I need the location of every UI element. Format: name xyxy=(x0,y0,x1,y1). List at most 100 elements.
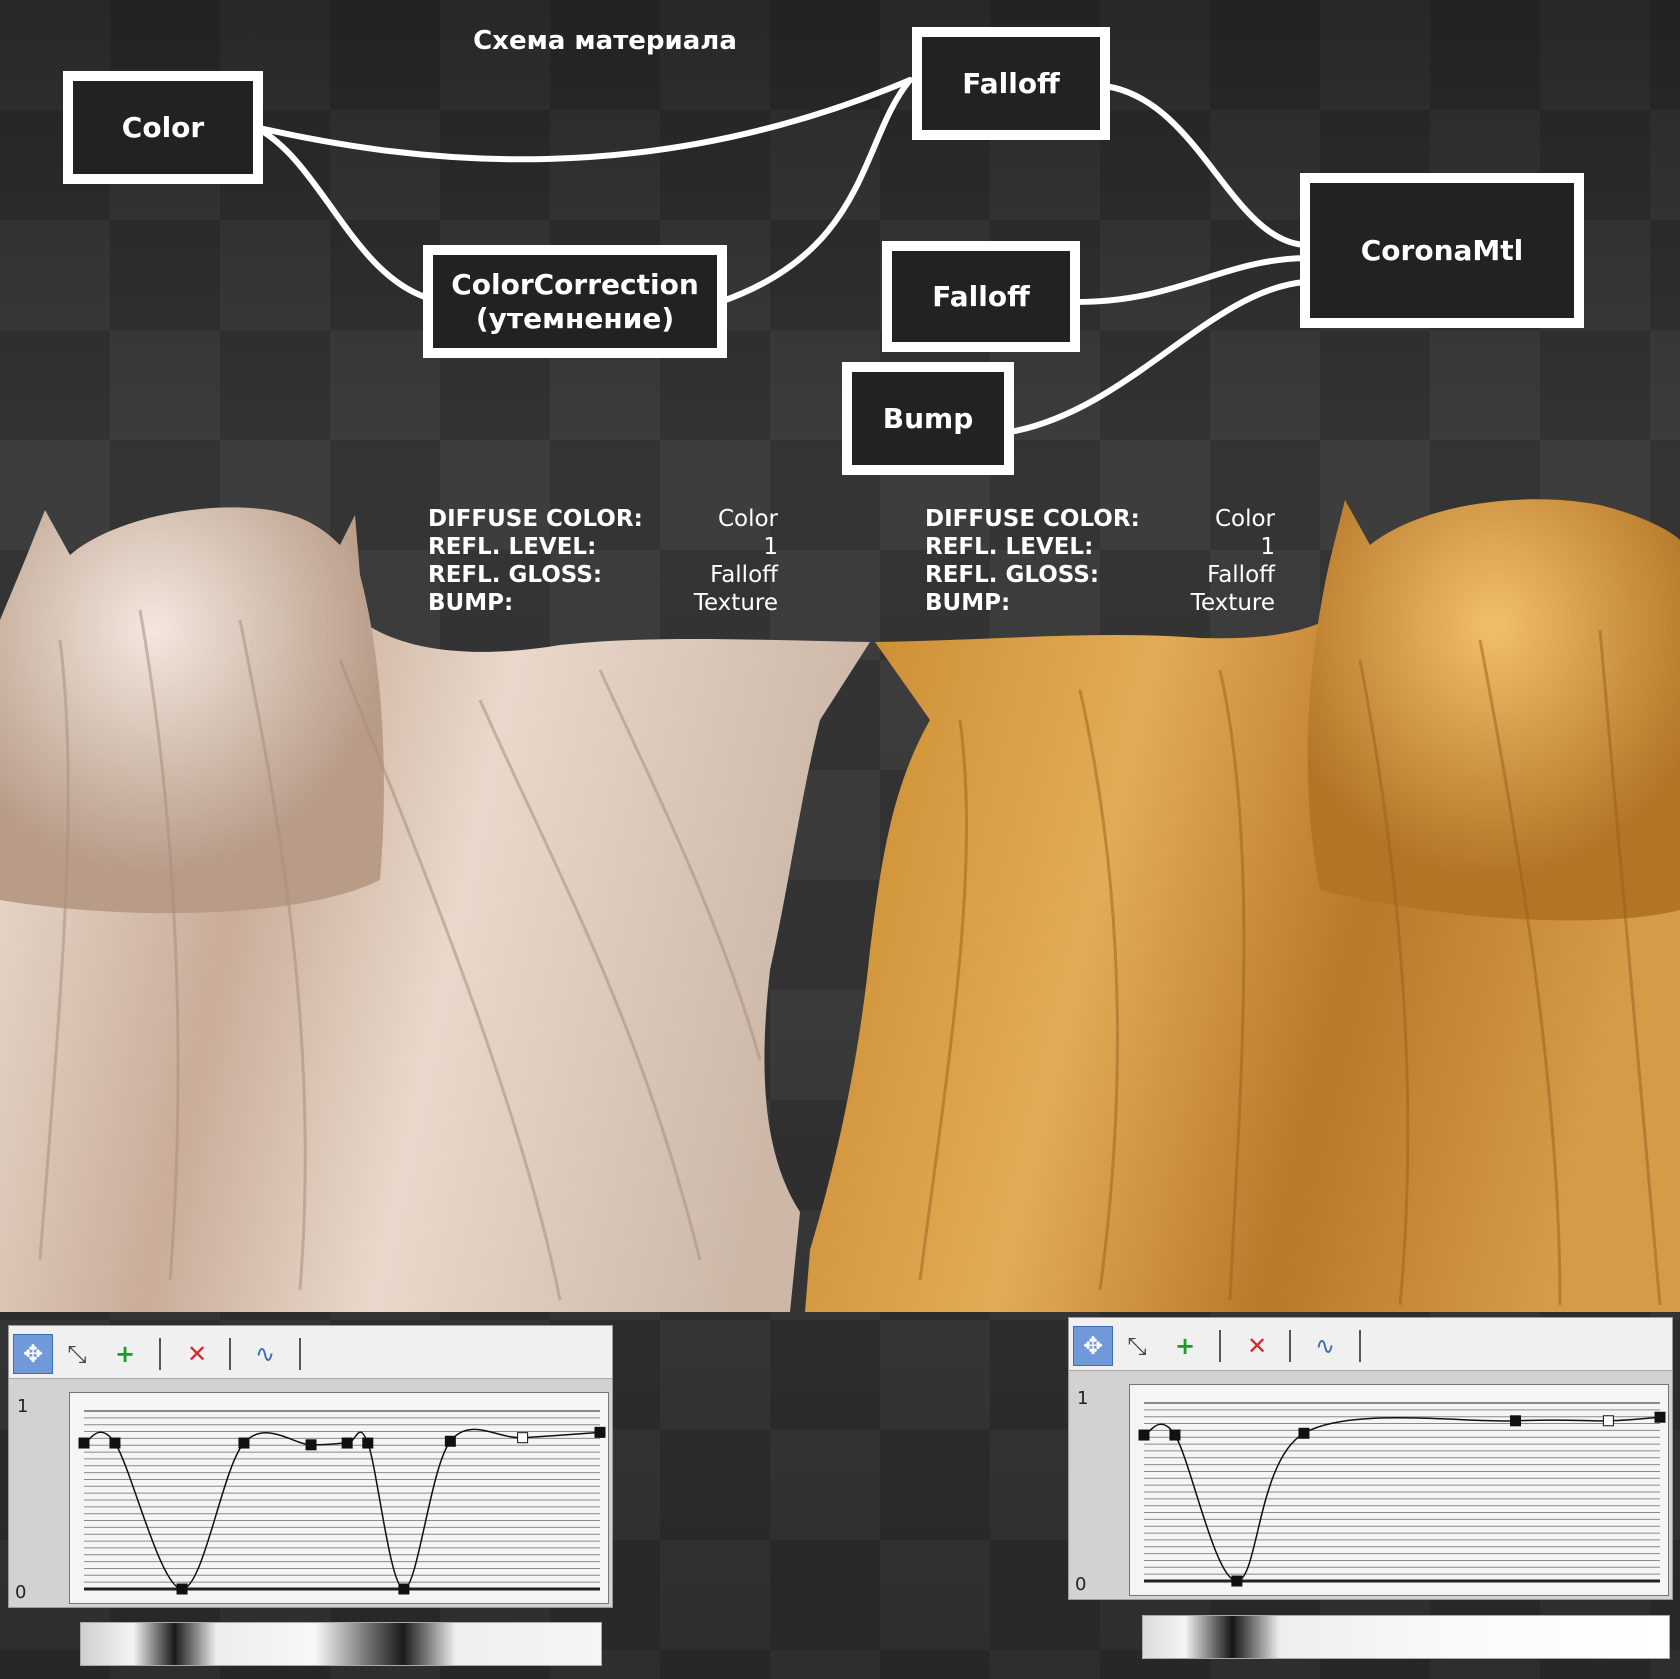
param-row-diffuse: DIFFUSE COLOR: Color xyxy=(925,505,1275,533)
param-label: REFL. LEVEL: xyxy=(428,534,597,560)
node-falloff-top[interactable]: Falloff xyxy=(912,27,1110,140)
node-falloff-top-label: Falloff xyxy=(962,66,1060,100)
param-value: 1 xyxy=(1260,534,1275,560)
y-min-label: 0 xyxy=(1075,1574,1087,1595)
add-point-button[interactable]: + xyxy=(1165,1326,1205,1366)
param-row-refl-gloss: REFL. GLOSS: Falloff xyxy=(428,561,778,589)
curve-line xyxy=(83,1428,601,1590)
reset-curve-icon: ∿ xyxy=(254,1340,276,1368)
scale-point-button[interactable]: ⤡ xyxy=(1117,1326,1157,1366)
delete-point-icon: ✕ xyxy=(186,1340,208,1368)
curve-editor-left: ✥ ⤡ + ✕ ∿ 1 0 xyxy=(8,1325,613,1608)
curve-control-point[interactable] xyxy=(78,1437,90,1449)
node-corona-mtl-label: CoronaMtl xyxy=(1360,233,1524,267)
node-color-label: Color xyxy=(121,110,205,144)
add-point-icon: + xyxy=(1174,1332,1196,1360)
delete-point-button[interactable]: ✕ xyxy=(177,1334,217,1374)
curve-control-point[interactable] xyxy=(398,1583,410,1595)
delete-point-icon: ✕ xyxy=(1246,1332,1268,1360)
wire-falloff-corona xyxy=(1102,83,1308,248)
curve-toolbar: ✥ ⤡ + ✕ ∿ xyxy=(9,1326,612,1379)
curve-control-point[interactable] xyxy=(362,1437,374,1449)
curve-editor-right: ✥ ⤡ + ✕ ∿ 1 0 xyxy=(1068,1317,1673,1600)
curve-plot-area[interactable] xyxy=(69,1392,609,1604)
param-label: BUMP: xyxy=(925,590,1011,616)
param-value: Falloff xyxy=(1207,562,1275,588)
param-value: Falloff xyxy=(710,562,778,588)
y-max-label: 1 xyxy=(17,1396,29,1417)
curve-plot-area[interactable] xyxy=(1129,1384,1669,1596)
curve-toolbar: ✥ ⤡ + ✕ ∿ xyxy=(1069,1318,1672,1371)
node-bump-label: Bump xyxy=(882,401,974,435)
cloth-render-left xyxy=(0,507,870,1312)
curve-control-point[interactable] xyxy=(341,1437,353,1449)
curve-graph[interactable] xyxy=(1130,1385,1668,1595)
move-keys-button[interactable]: ✥ xyxy=(13,1334,53,1374)
curve-control-point[interactable] xyxy=(1602,1415,1614,1427)
curve-control-point[interactable] xyxy=(176,1583,188,1595)
move-keys-icon: ✥ xyxy=(1082,1332,1104,1360)
curve-control-point[interactable] xyxy=(444,1435,456,1447)
param-value: Texture xyxy=(1190,590,1275,616)
param-row-bump: BUMP: Texture xyxy=(925,589,1275,617)
param-label: DIFFUSE COLOR: xyxy=(925,506,1140,532)
scale-point-button[interactable]: ⤡ xyxy=(57,1334,97,1374)
param-label: REFL. GLOSS: xyxy=(925,562,1100,588)
param-value: Color xyxy=(1214,506,1275,532)
material-params-left: DIFFUSE COLOR: Color REFL. LEVEL: 1 REFL. … xyxy=(428,505,778,617)
curve-control-point[interactable] xyxy=(238,1437,250,1449)
curve-control-point[interactable] xyxy=(517,1432,529,1444)
param-value: 1 xyxy=(763,534,778,560)
toolbar-separator xyxy=(299,1338,301,1370)
toolbar-separator xyxy=(1289,1330,1291,1362)
scale-point-icon: ⤡ xyxy=(1127,1332,1147,1360)
param-row-refl-gloss: REFL. GLOSS: Falloff xyxy=(925,561,1275,589)
wire-falloff2-corona xyxy=(1072,255,1308,305)
param-label: DIFFUSE COLOR: xyxy=(428,506,643,532)
y-min-label: 0 xyxy=(15,1582,27,1603)
gradient-preview-left xyxy=(80,1622,602,1666)
scale-point-icon: ⤡ xyxy=(67,1340,87,1368)
delete-point-button[interactable]: ✕ xyxy=(1237,1326,1277,1366)
reset-curve-button[interactable]: ∿ xyxy=(1305,1326,1345,1366)
add-point-icon: + xyxy=(114,1340,136,1368)
toolbar-separator xyxy=(159,1338,161,1370)
node-color-correction[interactable]: ColorCorrection (утемнение) xyxy=(423,245,727,358)
node-color-correction-sublabel: (утемнение) xyxy=(475,301,675,335)
move-keys-icon: ✥ xyxy=(22,1340,44,1368)
curve-control-point[interactable] xyxy=(305,1439,317,1451)
param-row-diffuse: DIFFUSE COLOR: Color xyxy=(428,505,778,533)
toolbar-separator xyxy=(1219,1330,1221,1362)
param-label: REFL. GLOSS: xyxy=(428,562,603,588)
y-max-label: 1 xyxy=(1077,1388,1089,1409)
curve-control-point[interactable] xyxy=(1169,1429,1181,1441)
param-value: Texture xyxy=(693,590,778,616)
reset-curve-icon: ∿ xyxy=(1314,1332,1336,1360)
move-keys-button[interactable]: ✥ xyxy=(1073,1326,1113,1366)
node-falloff-mid-label: Falloff xyxy=(932,279,1030,313)
reset-curve-button[interactable]: ∿ xyxy=(245,1334,285,1374)
param-label: BUMP: xyxy=(428,590,514,616)
param-row-bump: BUMP: Texture xyxy=(428,589,778,617)
node-falloff-mid[interactable]: Falloff xyxy=(882,241,1080,352)
param-row-refl-level: REFL. LEVEL: 1 xyxy=(925,533,1275,561)
curve-control-point[interactable] xyxy=(1138,1429,1150,1441)
curve-control-point[interactable] xyxy=(1231,1575,1243,1587)
param-row-refl-level: REFL. LEVEL: 1 xyxy=(428,533,778,561)
gradient-preview-right xyxy=(1142,1615,1670,1659)
toolbar-separator xyxy=(1359,1330,1361,1362)
cloth-left-dome xyxy=(0,507,384,914)
node-corona-mtl[interactable]: CoronaMtl xyxy=(1300,173,1584,328)
curve-control-point[interactable] xyxy=(594,1426,606,1438)
curve-control-point[interactable] xyxy=(1298,1427,1310,1439)
curve-control-point[interactable] xyxy=(1654,1411,1666,1423)
material-params-right: DIFFUSE COLOR: Color REFL. LEVEL: 1 REFL. … xyxy=(925,505,1275,617)
curve-graph[interactable] xyxy=(70,1393,608,1603)
node-bump[interactable]: Bump xyxy=(842,362,1014,475)
curve-control-point[interactable] xyxy=(1510,1415,1522,1427)
add-point-button[interactable]: + xyxy=(105,1334,145,1374)
toolbar-separator xyxy=(229,1338,231,1370)
curve-control-point[interactable] xyxy=(109,1437,121,1449)
node-color[interactable]: Color xyxy=(63,71,263,184)
node-color-correction-label: ColorCorrection xyxy=(451,267,699,301)
